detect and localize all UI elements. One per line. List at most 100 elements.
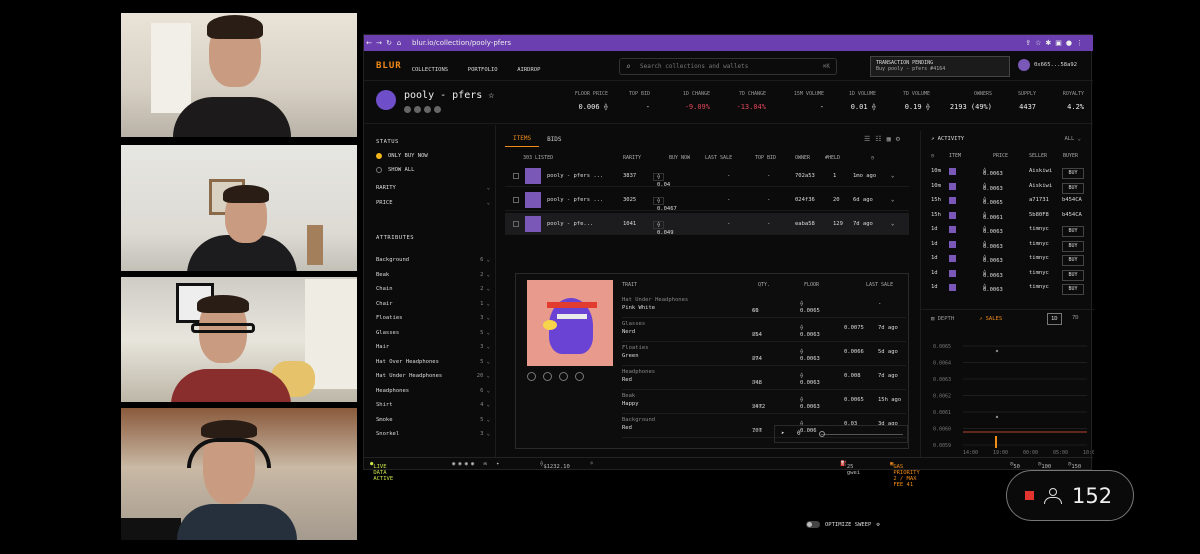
sun-icon[interactable]: ☼ xyxy=(590,461,593,467)
twitter-icon[interactable] xyxy=(424,106,431,113)
buy-button[interactable]: BUY xyxy=(1062,226,1084,237)
opensea-icon[interactable] xyxy=(527,372,536,381)
looksrare-icon[interactable] xyxy=(543,372,552,381)
x-tick-label: 19:00 xyxy=(993,450,1008,456)
gas-level-50[interactable]: ◷ 50 xyxy=(1010,461,1020,470)
chevron-down-icon[interactable]: ⌄ xyxy=(891,221,894,227)
attribute-filter[interactable]: Shirt 4 ⌄ xyxy=(376,402,490,408)
home-icon[interactable]: ⌂ xyxy=(394,39,404,47)
gas-level-100[interactable]: ◷ 100 xyxy=(1038,461,1051,470)
buy-button[interactable]: BUY xyxy=(1062,255,1084,266)
nav-portfolio[interactable]: PORTFOLIO xyxy=(468,67,498,73)
activity-row[interactable]: 10m 0.0063 ⟠ Aiskiwi BUY xyxy=(921,165,1094,179)
filter-show-all[interactable]: SHOW ALL xyxy=(376,167,415,173)
row-checkbox[interactable] xyxy=(513,197,519,203)
attribute-filter[interactable]: Hat Over Headphones 5 ⌄ xyxy=(376,359,490,365)
back-icon[interactable]: ← xyxy=(364,39,374,47)
activity-row[interactable]: 1d 0.0063 ⟠ timnyc BUY xyxy=(921,281,1094,295)
buy-now-price[interactable]: 0.0467 ⟠ xyxy=(653,197,677,212)
collection-name[interactable]: pooly - pfers ☆ xyxy=(404,90,494,101)
search-input[interactable]: ⌕ Search collections and wallets ⌘K xyxy=(619,58,837,75)
stat-1d-change: 1D CHANGE -9.09% xyxy=(682,91,710,111)
nav-airdrop[interactable]: AIRDROP xyxy=(517,67,540,73)
activity-row[interactable]: 10m 0.0063 ⟠ Aiskiwi BUY xyxy=(921,180,1094,194)
sweep-control[interactable]: ➤ 0 xyxy=(774,425,908,443)
attribute-filter[interactable]: Headphones 6 ⌄ xyxy=(376,388,490,394)
tab-items[interactable]: ITEMS xyxy=(505,131,540,147)
discord-icon[interactable] xyxy=(414,106,421,113)
activity-row[interactable]: 1d 0.0063 ⟠ timnyc BUY xyxy=(921,238,1094,252)
attribute-filter[interactable]: Snorkel 3 ⌄ xyxy=(376,431,490,437)
buy-now-price[interactable]: 0.04 ⟠ xyxy=(653,173,670,188)
address-bar[interactable]: blur.io/collection/pooly-pfers xyxy=(412,39,1025,47)
attribute-filter[interactable]: Beak 2 ⌄ xyxy=(376,272,490,278)
extension-icons[interactable]: ⇪☆✱▣●⋮ xyxy=(1025,39,1087,47)
attribute-filter[interactable]: Background 6 ⌄ xyxy=(376,257,490,263)
gas-priority[interactable]: ▣ GAS PRIORITY 2 / MAX FEE 41 xyxy=(890,461,920,488)
sweep-handle xyxy=(819,431,825,437)
buy-now-price[interactable]: 0.049 ⟠ xyxy=(653,221,674,236)
activity-row[interactable]: 1d 0.0063 ⟠ timnyc BUY xyxy=(921,267,1094,281)
activity-row[interactable]: 15h 0.0061 ⟠ 5b80F8 b454CA xyxy=(921,209,1094,223)
x2y2-icon[interactable] xyxy=(559,372,568,381)
optimize-sweep-toggle[interactable]: OPTIMIZE SWEEP ⚙ xyxy=(806,521,880,528)
attribute-filter[interactable]: Floaties 3 ⌄ xyxy=(376,315,490,321)
item-actions xyxy=(527,372,584,381)
etherscan-icon[interactable] xyxy=(575,372,584,381)
trait-row[interactable]: Floaties Green 274 6% 0.0063 ⟠ 0.0066 5d ago xyxy=(622,342,906,366)
sweep-track xyxy=(821,434,903,435)
chevron-down-icon[interactable]: ⌄ xyxy=(891,173,894,179)
filter-only-buy-now[interactable]: ONLY BUY NOW xyxy=(376,153,428,159)
table-row[interactable]: pooly - pfers ... 3025 0.0467 ⟠ - -024f36 20 6… xyxy=(505,189,909,212)
stat-7d-change: 7D CHANGE -13.04% xyxy=(736,91,766,111)
buy-button[interactable]: BUY xyxy=(1062,168,1084,179)
nft-image[interactable] xyxy=(527,280,613,366)
activity-filter[interactable]: ALL ⌄ xyxy=(1064,136,1081,142)
blur-logo[interactable]: BLUR xyxy=(376,61,402,71)
activity-row[interactable]: 1d 0.0063 ⟠ timnyc BUY xyxy=(921,252,1094,266)
search-shortcut: ⌘K xyxy=(822,63,830,70)
attribute-filter[interactable]: Hat Under Headphones 20 ⌄ xyxy=(376,373,490,379)
filter-price[interactable]: PRICE ⌄ xyxy=(376,200,490,206)
attribute-filter[interactable]: Hair 3 ⌄ xyxy=(376,344,490,350)
table-row[interactable]: pooly - pfe... 1041 0.049 ⟠ - - eaba58 129 7d a… xyxy=(505,213,909,236)
table-row[interactable]: pooly - pfers ... 3837 0.04 ⟠ - -702a53 1 1mo … xyxy=(505,165,909,188)
eth-price: ⟠ $1232.10 xyxy=(540,461,570,470)
buy-button[interactable]: BUY xyxy=(1062,240,1084,252)
trait-row[interactable]: Beak Happy 2472 56% 0.0063 ⟠ 0.0065 15h ago xyxy=(622,390,906,414)
tab-bids[interactable]: BIDS xyxy=(539,136,569,143)
filter-sidebar: STATUS ONLY BUY NOW SHOW ALL RARITY ⌄ PRI… xyxy=(364,125,496,457)
buy-button[interactable]: BUY xyxy=(1062,269,1084,281)
trait-row[interactable]: Glasses Nerd 254 6% 0.0063 ⟠ 0.0075 7d ago xyxy=(622,318,906,342)
attribute-filter[interactable]: Glasses 5 ⌄ xyxy=(376,330,490,336)
attribute-filter[interactable]: Smoke 5 ⌄ xyxy=(376,417,490,423)
volume-bar xyxy=(995,436,997,448)
forward-icon[interactable]: → xyxy=(374,39,384,47)
row-checkbox[interactable] xyxy=(513,221,519,227)
chevron-down-icon[interactable]: ⌄ xyxy=(891,197,894,203)
buy-button[interactable]: BUY xyxy=(1062,284,1084,295)
filter-rarity[interactable]: RARITY ⌄ xyxy=(376,185,490,191)
door xyxy=(151,23,191,113)
social-icons[interactable]: ◉◉◉◉ ✉ ✦ xyxy=(452,461,503,467)
gas-level-150[interactable]: ◷ 150 xyxy=(1068,461,1081,470)
row-checkbox[interactable] xyxy=(513,173,519,179)
attribute-filter[interactable]: Chair 1 ⌄ xyxy=(376,301,490,307)
nav-collections[interactable]: COLLECTIONS xyxy=(412,67,448,73)
trait-row[interactable]: Headphones Red 348 8% 0.0063 ⟠ 0.008 7d ago xyxy=(622,366,906,390)
activity-row[interactable]: 1d 0.0063 ⟠ timnyc BUY xyxy=(921,223,1094,237)
trait-row[interactable]: Hat Under Headphones Pink White 60 1% 0.006… xyxy=(622,294,906,318)
status-bar: ● LIVE DATA ACTIVE ◉◉◉◉ ✉ ✦ ⟠ $1232.10 ☼… xyxy=(364,457,1093,488)
transaction-pending-toast[interactable]: TRANSACTION PENDING Buy pooly - pfers #4… xyxy=(870,56,1010,77)
buy-button[interactable]: BUY xyxy=(1062,182,1084,194)
view-mode-icons[interactable]: ☰☷▦⚙ xyxy=(864,135,905,143)
stat-royalty: ROYALTY 4.2% xyxy=(1062,91,1084,111)
reload-icon[interactable]: ↻ xyxy=(384,39,394,47)
etherscan-icon[interactable] xyxy=(434,106,441,113)
wallet-address: 0x665...58a92 xyxy=(1034,62,1078,68)
activity-row[interactable]: 15h 0.0065 ⟠ a71731 b454CA xyxy=(921,194,1094,208)
attribute-filter[interactable]: Chain 2 ⌄ xyxy=(376,286,490,292)
item-thumbnail xyxy=(949,269,956,277)
wallet-button[interactable]: 0x665...58a92 xyxy=(1018,59,1077,71)
website-icon[interactable] xyxy=(404,106,411,113)
